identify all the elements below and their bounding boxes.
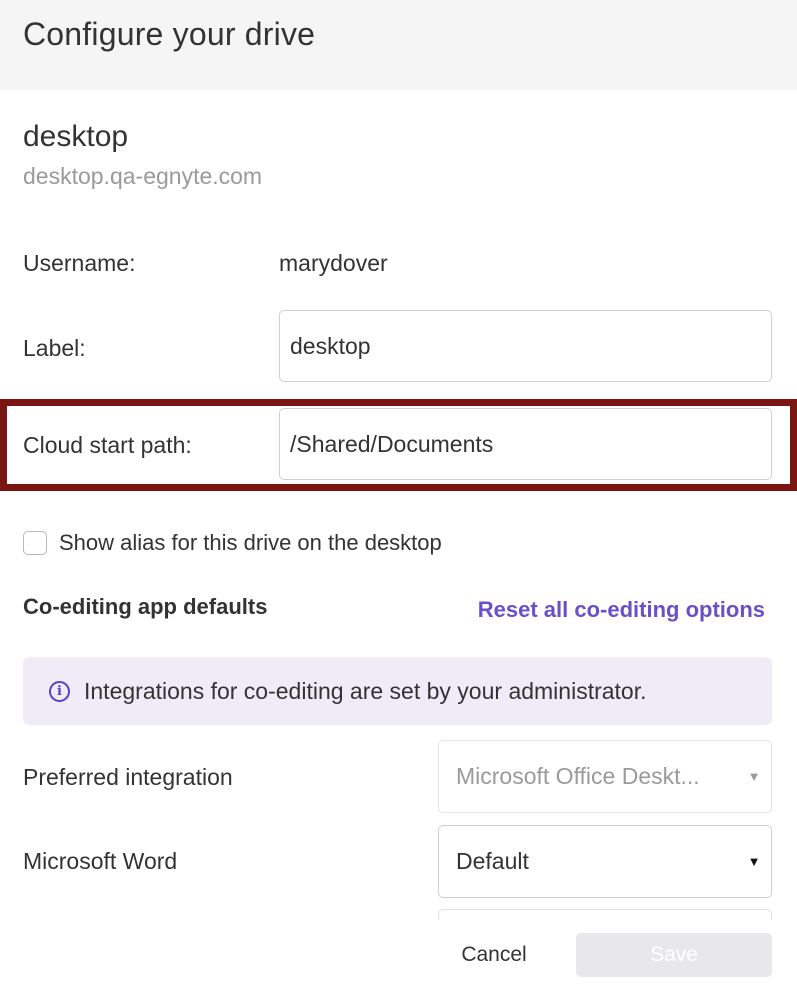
coediting-info-text: Integrations for co-editing are set by y… (84, 677, 647, 704)
show-alias-label[interactable]: Show alias for this drive on the desktop (59, 530, 442, 556)
username-label: Username: (23, 250, 136, 276)
microsoft-word-label: Microsoft Word (23, 848, 178, 874)
save-button[interactable]: Save (576, 933, 772, 977)
dialog-title: Configure your drive (23, 16, 316, 52)
label-input-value: desktop (290, 332, 371, 359)
caret-down-icon: ▼ (747, 854, 761, 869)
preferred-integration-value: Microsoft Office Deskt... (456, 763, 700, 789)
drive-host: desktop.qa-egnyte.com (23, 163, 263, 189)
preferred-integration-select: Microsoft Office Deskt... ▼ (438, 740, 772, 813)
microsoft-word-value: Default (456, 848, 529, 874)
reset-coediting-link[interactable]: Reset all co-editing options (478, 597, 765, 623)
cloud-start-path-value: /Shared/Documents (290, 430, 494, 457)
show-alias-checkbox[interactable] (23, 531, 47, 555)
info-circle-icon: i (49, 680, 70, 702)
cloud-start-path-label: Cloud start path: (23, 432, 192, 458)
coediting-info-banner: i Integrations for co-editing are set by… (23, 657, 772, 725)
drive-name: desktop (23, 120, 129, 153)
username-value: marydover (279, 250, 388, 276)
microsoft-word-select[interactable]: Default ▼ (438, 825, 772, 898)
coediting-section-title: Co-editing app defaults (23, 594, 268, 619)
cancel-button[interactable]: Cancel (440, 933, 548, 977)
caret-down-icon: ▼ (747, 769, 761, 784)
label-input[interactable]: desktop (279, 310, 772, 382)
label-field-label: Label: (23, 335, 86, 361)
configure-drive-dialog: Configure your drive desktop desktop.qa-… (0, 0, 797, 999)
cloud-start-path-input[interactable]: /Shared/Documents (279, 408, 772, 480)
dialog-header: Configure your drive (0, 0, 797, 90)
preferred-integration-label: Preferred integration (23, 764, 233, 790)
